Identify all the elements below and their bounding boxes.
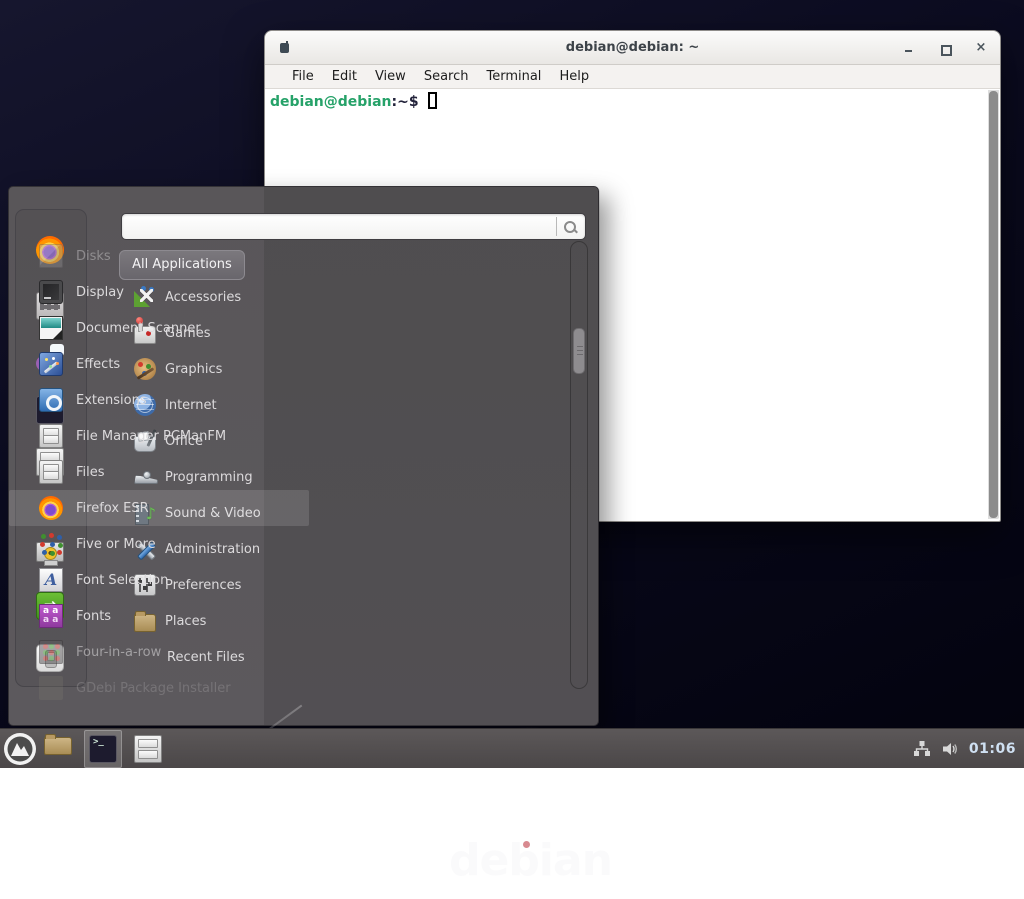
- applications-pane: [264, 187, 600, 725]
- extensions-icon: [39, 388, 63, 412]
- menu-scrollbar-thumb[interactable]: [573, 328, 585, 374]
- terminal-menu-item[interactable]: View: [366, 67, 415, 86]
- application-item[interactable]: Firefox ESR: [9, 490, 309, 526]
- prompt-suffix: :~$: [392, 94, 419, 110]
- application-item[interactable]: File Manager PCManFM: [9, 418, 309, 454]
- application-label: Five or More: [76, 537, 156, 552]
- minimize-button[interactable]: [902, 41, 916, 55]
- files-launcher[interactable]: [134, 735, 162, 767]
- terminal-menu-item[interactable]: File: [283, 67, 323, 86]
- application-label: File Manager PCManFM: [76, 429, 226, 444]
- menu-scrollbar-track[interactable]: [570, 241, 588, 689]
- file-manager-launcher[interactable]: [44, 735, 72, 757]
- application-list: Disks Display Document Scanner Effects E…: [9, 238, 309, 706]
- terminal-menubar: FileEditViewSearchTerminalHelp: [265, 65, 1000, 89]
- debian-watermark: debian: [449, 835, 599, 899]
- application-label: Font Selection: [76, 573, 168, 588]
- terminal-cursor: [428, 92, 437, 109]
- file-cabinet-icon: [39, 424, 63, 448]
- terminal-titlebar[interactable]: debian@debian: ~ ×: [265, 31, 1000, 65]
- application-item[interactable]: Font Selection: [9, 562, 309, 598]
- application-menu: debian All Applications Accessories Game…: [8, 186, 599, 726]
- start-logo-icon: [2, 731, 38, 767]
- application-item[interactable]: Document Scanner: [9, 310, 309, 346]
- application-item[interactable]: Files: [9, 454, 309, 490]
- file-cabinet-icon: [39, 460, 63, 484]
- application-item[interactable]: Extensions: [9, 382, 309, 418]
- files-icon: [134, 735, 162, 763]
- application-item[interactable]: Disks: [9, 238, 309, 274]
- taskbar: 01:06: [0, 728, 1024, 768]
- terminal-taskbar-active[interactable]: [84, 730, 122, 768]
- application-item[interactable]: Display: [9, 274, 309, 310]
- application-label: Files: [76, 465, 105, 480]
- five-or-more-icon: [39, 532, 63, 556]
- maximize-button[interactable]: [938, 41, 952, 55]
- application-label: Four-in-a-row: [76, 645, 161, 660]
- network-icon[interactable]: [913, 740, 931, 758]
- application-label: Display: [76, 285, 124, 300]
- gdebi-icon: [39, 676, 63, 700]
- font-selection-icon: [39, 568, 63, 592]
- application-label: Firefox ESR: [76, 501, 149, 516]
- terminal-scrollbar-thumb[interactable]: [989, 91, 998, 518]
- menu-search-box[interactable]: [121, 213, 586, 240]
- prompt-user: debian@debian: [270, 94, 392, 110]
- terminal-scrollbar[interactable]: [988, 90, 999, 519]
- search-input[interactable]: [122, 217, 557, 236]
- application-item[interactable]: Fonts: [9, 598, 309, 634]
- display-icon: [39, 280, 63, 304]
- terminal-icon: [89, 735, 117, 763]
- scanner-icon: [39, 316, 63, 340]
- fonts-icon: [39, 604, 63, 628]
- four-in-a-row-icon: [39, 640, 63, 664]
- application-label: Extensions: [76, 393, 147, 408]
- watermark-red-dot: [523, 841, 530, 848]
- close-button[interactable]: ×: [974, 41, 988, 55]
- application-item[interactable]: GDebi Package Installer: [9, 670, 309, 706]
- terminal-menu-item[interactable]: Help: [550, 67, 598, 86]
- terminal-title: debian@debian: ~: [265, 31, 1000, 65]
- application-label: Document Scanner: [76, 321, 201, 336]
- disks-icon: [39, 244, 63, 268]
- terminal-menu-item[interactable]: Edit: [323, 67, 366, 86]
- clock[interactable]: 01:06: [969, 741, 1016, 757]
- start-menu-button[interactable]: [2, 731, 38, 767]
- firefox-icon: [39, 496, 63, 520]
- application-item[interactable]: Effects: [9, 346, 309, 382]
- search-icon: [561, 218, 579, 236]
- application-label: Fonts: [76, 609, 111, 624]
- application-label: GDebi Package Installer: [76, 681, 231, 696]
- terminal-menu-item[interactable]: Search: [415, 67, 478, 86]
- terminal-menu-item[interactable]: Terminal: [477, 67, 550, 86]
- application-item[interactable]: Four-in-a-row: [9, 634, 309, 670]
- application-label: Effects: [76, 357, 120, 372]
- effects-icon: [39, 352, 63, 376]
- file-manager-icon: [44, 737, 72, 755]
- application-item[interactable]: Five or More: [9, 526, 309, 562]
- volume-icon[interactable]: [941, 740, 959, 758]
- system-tray: 01:06: [913, 729, 1016, 769]
- application-label: Disks: [76, 249, 111, 264]
- desktop: debian@debian: ~ × FileEditViewSearchTer…: [0, 0, 1024, 768]
- terminal-prompt: debian@debian:~$: [270, 92, 437, 110]
